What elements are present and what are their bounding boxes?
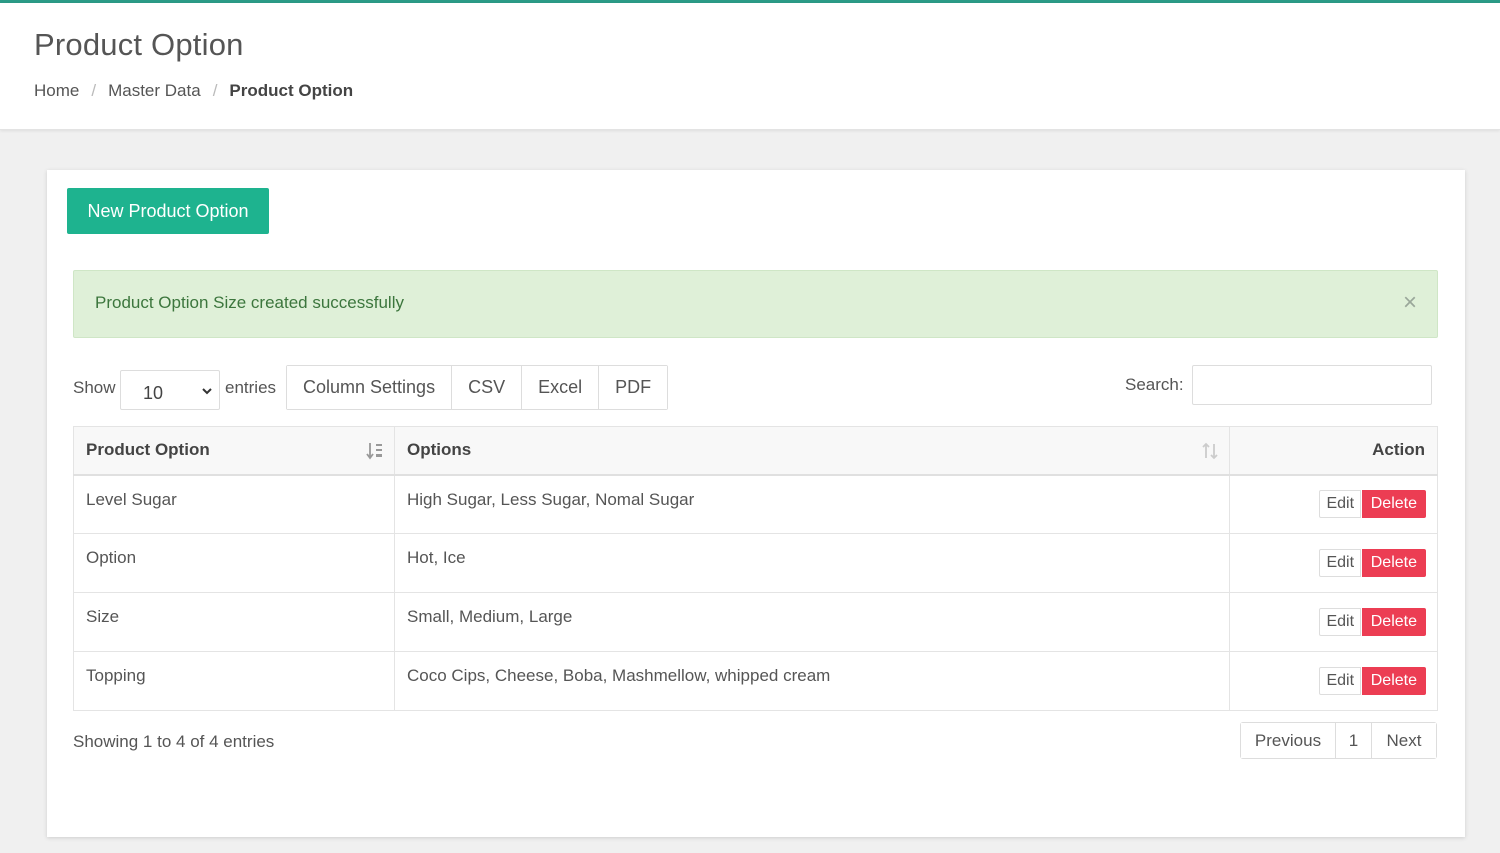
chevron-down-icon	[202, 388, 212, 395]
edit-button[interactable]: Edit	[1319, 667, 1362, 695]
column-header-label: Options	[407, 440, 472, 460]
cell-action: Edit Delete	[1229, 651, 1438, 711]
success-alert: Product Option Size created successfully…	[73, 270, 1438, 338]
delete-button[interactable]: Delete	[1361, 549, 1426, 577]
alert-message: Product Option Size created successfully	[95, 293, 404, 312]
cell-action: Edit Delete	[1229, 592, 1438, 652]
page-size-select[interactable]: 10	[120, 370, 220, 410]
export-button-group: Column Settings CSV Excel PDF	[286, 365, 669, 410]
close-icon[interactable]: ×	[1403, 291, 1417, 315]
column-settings-button[interactable]: Column Settings	[287, 366, 453, 409]
cell-product-option: Option	[73, 533, 395, 593]
delete-button[interactable]: Delete	[1361, 667, 1426, 695]
show-label: Show	[73, 378, 116, 397]
table-controls: Show 10 entries Column Settings CSV Exce…	[73, 365, 1438, 411]
column-header-action: Action	[1229, 426, 1438, 476]
breadcrumb-master-data[interactable]: Master Data	[108, 81, 201, 101]
entries-label: entries	[225, 378, 277, 397]
breadcrumb-home[interactable]: Home	[34, 81, 79, 101]
table-row: Option Hot, Ice Edit Delete	[73, 533, 1438, 593]
cell-product-option: Level Sugar	[73, 474, 395, 534]
csv-button[interactable]: CSV	[452, 366, 523, 409]
cell-options: Hot, Ice	[394, 533, 1230, 593]
table-info: Showing 1 to 4 of 4 entries	[73, 732, 275, 751]
cell-options: Coco Cips, Cheese, Boba, Mashmellow, whi…	[394, 651, 1230, 711]
sort-icon	[1202, 442, 1218, 460]
delete-button[interactable]: Delete	[1361, 608, 1426, 636]
new-product-option-button[interactable]: New Product Option	[67, 188, 269, 234]
breadcrumb: Home / Master Data / Product Option	[34, 81, 353, 101]
edit-button[interactable]: Edit	[1319, 608, 1362, 636]
next-page-button[interactable]: Next	[1372, 723, 1436, 758]
column-header-label: Action	[1372, 440, 1425, 460]
product-option-table: Product Option Options Action Level Suga…	[73, 426, 1438, 711]
breadcrumb-separator: /	[91, 81, 97, 100]
cell-options: Small, Medium, Large	[394, 592, 1230, 652]
edit-button[interactable]: Edit	[1319, 490, 1362, 519]
pagination: Previous 1 Next	[1240, 722, 1437, 759]
table-row: Size Small, Medium, Large Edit Delete	[73, 592, 1438, 652]
page-header: Product Option Home / Master Data / Prod…	[0, 3, 1500, 130]
column-header-product-option[interactable]: Product Option	[73, 426, 395, 476]
cell-action: Edit Delete	[1229, 533, 1438, 593]
page-title: Product Option	[34, 27, 244, 62]
breadcrumb-current: Product Option	[229, 81, 354, 100]
breadcrumb-separator: /	[212, 81, 218, 100]
table-header-row: Product Option Options Action	[73, 426, 1438, 476]
cell-options: High Sugar, Less Sugar, Nomal Sugar	[394, 474, 1230, 534]
column-header-label: Product Option	[86, 440, 210, 460]
column-header-options[interactable]: Options	[394, 426, 1230, 476]
page-1-button[interactable]: 1	[1336, 723, 1372, 758]
table-row: Topping Coco Cips, Cheese, Boba, Mashmel…	[73, 651, 1438, 711]
content-card: New Product Option Product Option Size c…	[47, 170, 1465, 837]
search-input[interactable]	[1192, 365, 1432, 405]
previous-page-button[interactable]: Previous	[1241, 723, 1336, 758]
page-size-value: 10	[143, 383, 164, 403]
cell-product-option: Size	[73, 592, 395, 652]
delete-button[interactable]: Delete	[1361, 490, 1426, 519]
sort-ascending-icon	[366, 443, 382, 460]
cell-product-option: Topping	[73, 651, 395, 711]
cell-action: Edit Delete	[1229, 474, 1438, 534]
pdf-button[interactable]: PDF	[599, 366, 668, 409]
edit-button[interactable]: Edit	[1319, 549, 1362, 577]
table-row: Level Sugar High Sugar, Less Sugar, Noma…	[73, 474, 1438, 534]
excel-button[interactable]: Excel	[522, 366, 600, 409]
search-label: Search:	[1125, 375, 1184, 394]
